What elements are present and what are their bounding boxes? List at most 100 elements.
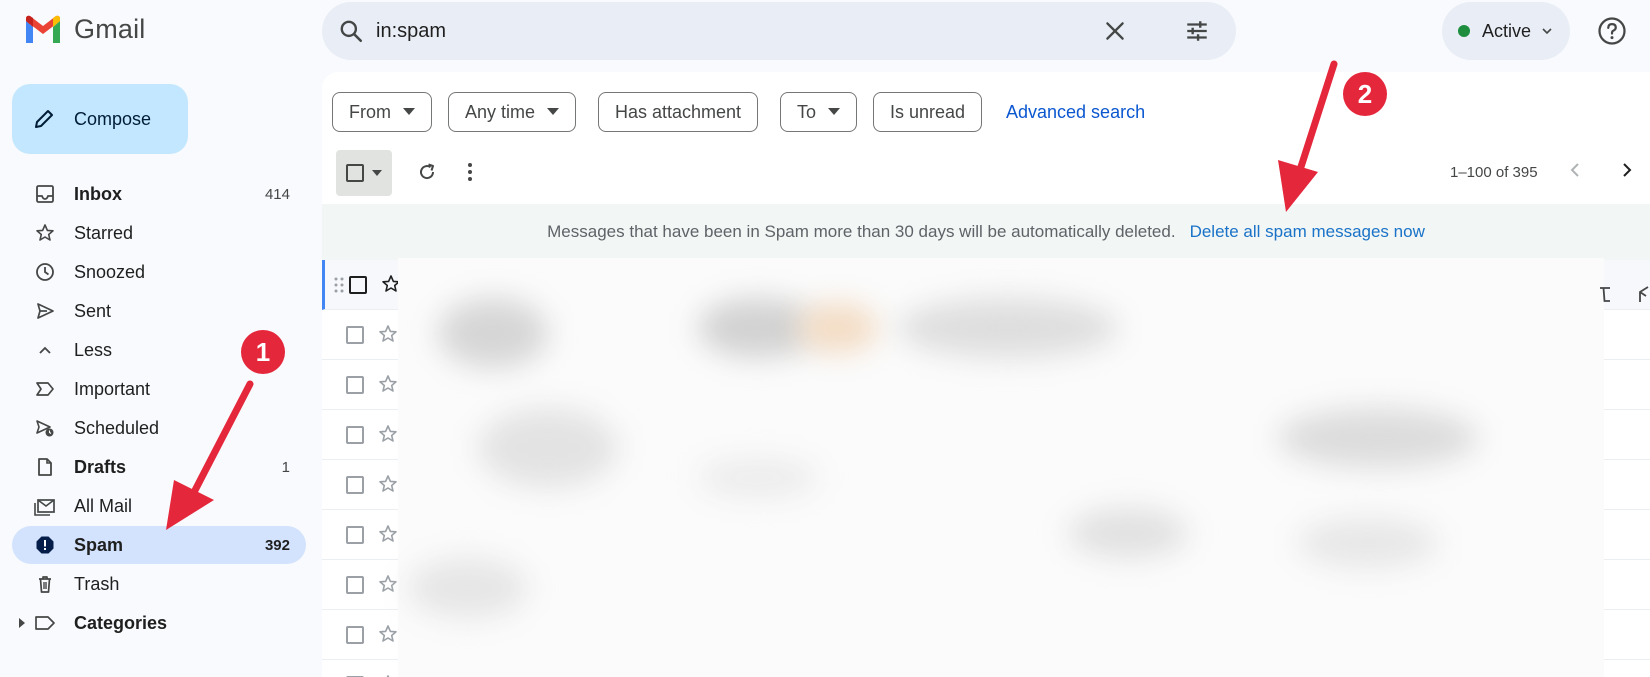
caret-down-icon <box>403 108 415 115</box>
banner-message: Messages that have been in Spam more tha… <box>547 222 1176 241</box>
draft-icon <box>34 456 56 478</box>
status-label: Active <box>1482 20 1532 41</box>
trash-icon <box>34 573 56 595</box>
pagination-range: 1–100 of 395 <box>1450 164 1538 181</box>
filter-has-attachment-chip[interactable]: Has attachment <box>598 92 759 132</box>
help-icon[interactable] <box>1597 16 1627 46</box>
sidebar-item-label: Trash <box>74 573 120 594</box>
sidebar-item-all-mail[interactable]: All Mail <box>12 487 306 525</box>
step-badge-1: 1 <box>241 330 285 374</box>
star-icon <box>34 222 56 244</box>
scheduled-icon <box>34 417 56 439</box>
sidebar-item-label: Important <box>74 378 151 399</box>
filter-is-unread-chip[interactable]: Is unread <box>873 92 983 132</box>
row-checkbox[interactable] <box>346 426 364 444</box>
filter-to-chip[interactable]: To <box>780 92 858 132</box>
sidebar-item-inbox[interactable]: Inbox 414 <box>12 175 306 213</box>
filter-any-time-chip[interactable]: Any time <box>448 92 577 132</box>
app-name: Gmail <box>74 14 146 44</box>
more-vert-icon[interactable] <box>466 161 474 183</box>
gmail-m-icon <box>26 15 60 43</box>
inbox-icon <box>34 183 56 205</box>
compose-button[interactable]: Compose <box>12 84 188 154</box>
filter-label: Has attachment <box>615 101 742 122</box>
sidebar-item-sent[interactable]: Sent <box>12 292 306 330</box>
status-selector[interactable]: Active <box>1442 2 1570 60</box>
search-bar[interactable]: in:spam <box>322 2 1236 60</box>
sidebar-item-label: Snoozed <box>74 261 146 282</box>
sidebar-item-scheduled[interactable]: Scheduled <box>12 409 306 447</box>
drag-handle-icon[interactable] <box>334 277 344 293</box>
close-icon[interactable] <box>1102 18 1128 44</box>
filter-label: Is unread <box>890 101 966 122</box>
sidebar-item-snoozed[interactable]: Snoozed <box>12 253 306 291</box>
sidebar-item-important[interactable]: Important <box>12 370 306 408</box>
filter-label: To <box>797 101 817 122</box>
chevron-right-icon[interactable] <box>1616 160 1636 180</box>
star-icon[interactable] <box>378 574 398 594</box>
search-input[interactable]: in:spam <box>376 20 446 43</box>
sidebar-item-label: Starred <box>74 222 134 243</box>
star-icon[interactable] <box>378 324 398 344</box>
chevron-down-icon <box>1542 28 1552 35</box>
sidebar-item-label: Sent <box>74 300 112 321</box>
pencil-icon <box>35 110 53 128</box>
sidebar-item-label: Inbox <box>74 183 122 204</box>
status-dot <box>1458 25 1470 37</box>
sidebar-item-count: 1 <box>281 458 290 476</box>
row-checkbox[interactable] <box>349 276 367 294</box>
annotation-arrow-1 <box>166 380 254 530</box>
gmail-logo[interactable]: Gmail <box>24 14 146 45</box>
sidebar-item-count: 392 <box>264 536 290 554</box>
send-icon <box>34 300 56 322</box>
sidebar-item-starred[interactable]: Starred <box>12 214 306 252</box>
sidebar-item-count: 414 <box>264 185 290 203</box>
select-all-checkbox[interactable] <box>336 150 392 196</box>
sidebar-item-label: Spam <box>74 534 124 555</box>
star-icon[interactable] <box>378 474 398 494</box>
sidebar-item-label: Scheduled <box>74 417 160 438</box>
delete-all-spam-link[interactable]: Delete all spam messages now <box>1190 222 1425 241</box>
star-icon[interactable] <box>378 524 398 544</box>
all-mail-icon <box>34 495 56 517</box>
sidebar-item-label: Categories <box>74 612 168 633</box>
caret-down-icon <box>547 108 560 115</box>
checkbox-icon <box>346 164 364 182</box>
sidebar-item-trash[interactable]: Trash <box>12 565 306 603</box>
search-options-icon[interactable] <box>1184 18 1210 44</box>
filter-label: Any time <box>465 101 536 122</box>
sidebar-item-label: All Mail <box>74 495 133 516</box>
important-icon <box>34 378 56 400</box>
advanced-search-link[interactable]: Advanced search <box>1006 102 1145 123</box>
chevron-left-icon[interactable] <box>1566 160 1586 180</box>
row-checkbox[interactable] <box>346 326 364 344</box>
spam-info-banner: Messages that have been in Spam more tha… <box>322 204 1650 260</box>
filter-from-chip[interactable]: From <box>332 92 432 132</box>
row-checkbox[interactable] <box>346 476 364 494</box>
caret-down-icon[interactable] <box>372 170 382 176</box>
caret-down-icon <box>828 108 841 115</box>
refresh-icon[interactable] <box>416 161 438 183</box>
search-icon[interactable] <box>338 18 364 44</box>
sidebar-item-drafts[interactable]: Drafts 1 <box>12 448 306 486</box>
filter-label: From <box>349 101 391 122</box>
row-checkbox[interactable] <box>346 526 364 544</box>
annotation-arrow-2 <box>1278 60 1338 212</box>
row-checkbox[interactable] <box>346 376 364 394</box>
expand-arrow-icon[interactable] <box>18 618 26 628</box>
spam-icon <box>34 534 56 556</box>
label-icon <box>34 612 56 634</box>
mark-read-icon[interactable] <box>1638 284 1650 304</box>
blurred-email-content <box>398 258 1604 677</box>
star-icon[interactable] <box>378 374 398 394</box>
star-icon[interactable] <box>378 624 398 644</box>
compose-label: Compose <box>74 108 152 129</box>
sidebar-item-label: Drafts <box>74 456 127 477</box>
row-checkbox[interactable] <box>346 576 364 594</box>
sidebar-item-label: Less <box>74 339 113 360</box>
row-checkbox[interactable] <box>346 626 364 644</box>
sidebar-item-spam[interactable]: Spam 392 <box>12 526 306 564</box>
star-icon[interactable] <box>378 424 398 444</box>
sidebar-item-categories[interactable]: Categories <box>12 604 306 642</box>
trash-icon[interactable] <box>1600 284 1614 304</box>
